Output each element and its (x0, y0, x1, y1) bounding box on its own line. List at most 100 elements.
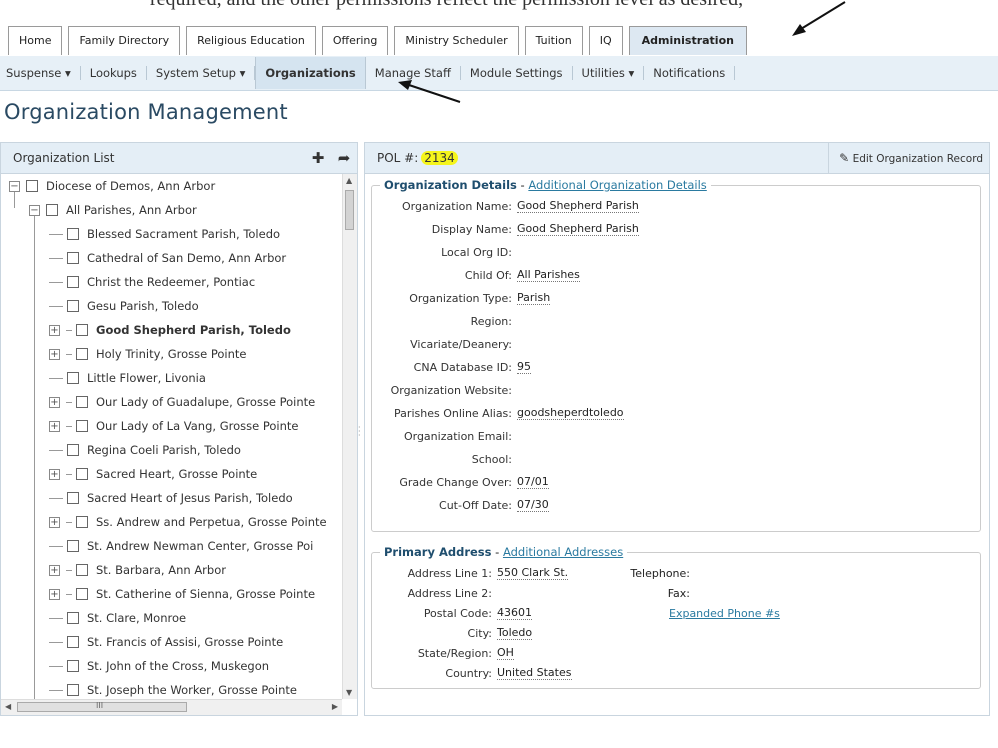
subnav-notifications[interactable]: Notifications (644, 66, 736, 80)
subnav-suspense[interactable]: Suspense ▾ (0, 66, 81, 80)
address-value[interactable]: Toledo (497, 626, 533, 640)
tree-node-st-francis-of-assisi-grosse-pointe[interactable]: St. Francis of Assisi, Grosse Pointe (49, 632, 283, 652)
field-value[interactable]: 95 (517, 360, 531, 374)
field-value[interactable]: 07/01 (517, 475, 549, 489)
subnav-organizations[interactable]: Organizations (255, 57, 366, 89)
tree-node-label: St. Clare, Monroe (87, 611, 187, 625)
tree-node-all-parishes-ann-arbor[interactable]: − All Parishes, Ann Arbor (29, 200, 197, 220)
address-value[interactable]: 43601 (497, 606, 532, 620)
expand-icon[interactable]: + (49, 324, 60, 336)
tree-node-regina-coeli-parish-toledo[interactable]: Regina Coeli Parish, Toledo (49, 440, 241, 460)
edit-organization-record-button[interactable]: ✎ Edit Organization Record (828, 143, 987, 173)
tree-node-st-catherine-of-sienna-grosse-pointe[interactable]: + St. Catherine of Sienna, Grosse Pointe (49, 584, 315, 604)
subnav-lookups[interactable]: Lookups (81, 66, 147, 80)
address-value[interactable]: OH (497, 646, 514, 660)
tab-tuition[interactable]: Tuition (524, 26, 583, 55)
tree-connector (66, 521, 72, 523)
tab-offering[interactable]: Offering (321, 26, 389, 55)
tree-node-sacred-heart-grosse-pointe[interactable]: + Sacred Heart, Grosse Pointe (49, 464, 257, 484)
tree-node-our-lady-of-guadalupe-grosse-pointe[interactable]: + Our Lady of Guadalupe, Grosse Pointe (49, 392, 315, 412)
checkbox[interactable] (67, 684, 79, 696)
additional-organization-details-link[interactable]: Additional Organization Details (528, 178, 706, 192)
expand-icon[interactable]: + (49, 516, 60, 528)
checkbox[interactable] (67, 540, 79, 552)
expand-icon[interactable]: + (49, 588, 60, 600)
tree-node-cathedral-of-san-demo-ann-arbor[interactable]: Cathedral of San Demo, Ann Arbor (49, 248, 286, 268)
tab-home[interactable]: Home (8, 26, 63, 55)
checkbox[interactable] (76, 396, 88, 408)
checkbox[interactable] (67, 300, 79, 312)
field-value[interactable]: Good Shepherd Parish (517, 199, 639, 213)
scroll-right-icon[interactable]: ▶ (332, 702, 338, 711)
checkbox[interactable] (76, 564, 88, 576)
address-value[interactable]: 550 Clark St. (497, 566, 569, 580)
field-value[interactable]: 07/30 (517, 498, 549, 512)
collapse-icon[interactable]: − (9, 180, 20, 192)
tree-vertical-scrollbar[interactable]: ▲ ▼ (342, 174, 357, 699)
checkbox[interactable] (67, 492, 79, 504)
scroll-up-icon[interactable]: ▲ (346, 176, 352, 185)
tree-node-our-lady-of-la-vang-grosse-pointe[interactable]: + Our Lady of La Vang, Grosse Pointe (49, 416, 298, 436)
checkbox[interactable] (67, 276, 79, 288)
tab-ministry-scheduler[interactable]: Ministry Scheduler (394, 26, 519, 55)
share-arrow-icon[interactable]: ➦ (331, 149, 357, 167)
tree-horizontal-scrollbar[interactable]: ◀ III ▶ (1, 699, 342, 715)
checkbox[interactable] (67, 636, 79, 648)
checkbox[interactable] (67, 252, 79, 264)
tab-administration[interactable]: Administration (628, 26, 747, 55)
tab-iq[interactable]: IQ (588, 26, 623, 55)
tab-religious-education[interactable]: Religious Education (186, 26, 316, 55)
address-value[interactable]: United States (497, 666, 572, 680)
tree-node-st-andrew-newman-center-grosse-poi[interactable]: St. Andrew Newman Center, Grosse Poi (49, 536, 313, 556)
tree-node-gesu-parish-toledo[interactable]: Gesu Parish, Toledo (49, 296, 199, 316)
expand-icon[interactable]: + (49, 420, 60, 432)
expand-icon[interactable]: + (49, 468, 60, 480)
checkbox[interactable] (76, 516, 88, 528)
checkbox[interactable] (76, 588, 88, 600)
tree-node-st-barbara-ann-arbor[interactable]: + St. Barbara, Ann Arbor (49, 560, 226, 580)
checkbox[interactable] (46, 204, 58, 216)
field-value[interactable]: goodsheperdtoledo (517, 406, 624, 420)
tree-node-st-joseph-the-worker-grosse-pointe[interactable]: St. Joseph the Worker, Grosse Pointe (49, 680, 297, 699)
panel-resize-handle[interactable]: · · · (358, 424, 361, 440)
expand-icon[interactable]: + (49, 396, 60, 408)
tree-node-diocese-of-demos-ann-arbor[interactable]: − Diocese of Demos, Ann Arbor (9, 176, 215, 196)
checkbox[interactable] (67, 660, 79, 672)
expand-icon[interactable]: + (49, 348, 60, 360)
vertical-scroll-thumb[interactable] (345, 190, 354, 230)
tree-node-holy-trinity-grosse-pointe[interactable]: + Holy Trinity, Grosse Pointe (49, 344, 246, 364)
checkbox[interactable] (67, 444, 79, 456)
tree-node-st-clare-monroe[interactable]: St. Clare, Monroe (49, 608, 186, 628)
checkbox[interactable] (76, 420, 88, 432)
checkbox[interactable] (76, 324, 88, 336)
field-value[interactable]: Good Shepherd Parish (517, 222, 639, 236)
field-value[interactable]: All Parishes (517, 268, 580, 282)
horizontal-scroll-thumb[interactable]: III (17, 701, 187, 712)
subnav-utilities[interactable]: Utilities ▾ (573, 66, 645, 80)
tree-node-blessed-sacrament-parish-toledo[interactable]: Blessed Sacrament Parish, Toledo (49, 224, 280, 244)
checkbox[interactable] (67, 612, 79, 624)
tree-node-little-flower-livonia[interactable]: Little Flower, Livonia (49, 368, 206, 388)
checkbox[interactable] (67, 372, 79, 384)
checkbox[interactable] (76, 468, 88, 480)
subnav-module-settings[interactable]: Module Settings (461, 66, 573, 80)
field-value[interactable]: Parish (517, 291, 551, 305)
tree-node-sacred-heart-of-jesus-parish-toledo[interactable]: Sacred Heart of Jesus Parish, Toledo (49, 488, 293, 508)
checkbox[interactable] (67, 228, 79, 240)
additional-addresses-link[interactable]: Additional Addresses (503, 545, 623, 559)
tree-node-ss-andrew-and-perpetua-grosse-pointe[interactable]: + Ss. Andrew and Perpetua, Grosse Pointe (49, 512, 327, 532)
scroll-left-icon[interactable]: ◀ (5, 702, 11, 711)
checkbox[interactable] (26, 180, 38, 192)
subnav-system-setup[interactable]: System Setup ▾ (147, 66, 256, 80)
checkbox[interactable] (76, 348, 88, 360)
organization-record-panel: POL #: 2134 ✎ Edit Organization Record O… (364, 142, 990, 716)
tab-family-directory[interactable]: Family Directory (68, 26, 181, 55)
tree-node-good-shepherd-parish-toledo[interactable]: + Good Shepherd Parish, Toledo (49, 320, 291, 340)
collapse-icon[interactable]: − (29, 204, 40, 216)
plus-icon[interactable]: ✚ (305, 149, 331, 167)
tree-node-st-john-of-the-cross-muskegon[interactable]: St. John of the Cross, Muskegon (49, 656, 269, 676)
expanded-phone-numbers-link[interactable]: Expanded Phone #s (669, 607, 780, 620)
scroll-down-icon[interactable]: ▼ (346, 688, 352, 697)
expand-icon[interactable]: + (49, 564, 60, 576)
tree-node-christ-the-redeemer-pontiac[interactable]: Christ the Redeemer, Pontiac (49, 272, 255, 292)
